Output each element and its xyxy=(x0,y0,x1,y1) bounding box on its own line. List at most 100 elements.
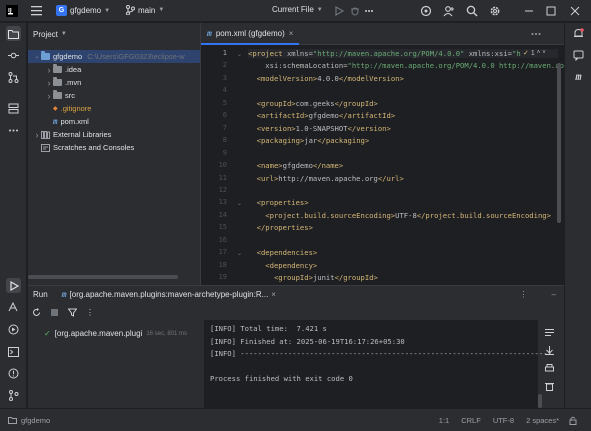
run-tool-icon[interactable] xyxy=(6,278,21,293)
chevron-right-icon[interactable]: › xyxy=(45,78,53,88)
more-tools-icon[interactable] xyxy=(6,123,21,138)
inspection-widget[interactable]: ✓ 1 ˄ ˅ xyxy=(523,49,546,58)
maven-tool-icon[interactable] xyxy=(6,300,21,315)
code-token: <groupId> xyxy=(248,273,313,283)
code-line: xsi:schemaLocation="http://maven.apache.… xyxy=(248,61,568,70)
code-line: </properties> xyxy=(248,223,313,232)
project-tool-icon[interactable] xyxy=(6,26,21,41)
line-number: 6 xyxy=(222,111,227,120)
code-line: <properties> xyxy=(248,198,309,207)
minimize-panel-icon[interactable]: – xyxy=(552,290,556,299)
services-tool-icon[interactable] xyxy=(6,322,21,337)
close-icon[interactable] xyxy=(570,6,580,16)
editor-options-icon[interactable] xyxy=(531,30,541,38)
settings-gear-icon[interactable] xyxy=(489,5,501,17)
horizontal-scrollbar[interactable] xyxy=(28,275,178,279)
code-token: </artifactId> xyxy=(338,111,396,121)
line-number: 13 xyxy=(218,198,227,207)
editor-vertical-scrollbar[interactable] xyxy=(557,63,561,223)
run-config-selector[interactable]: Current File ▼ xyxy=(272,5,323,14)
maven-panel-icon[interactable]: m xyxy=(571,70,586,85)
tree-item[interactable]: › .idea xyxy=(28,63,81,76)
structure-tool-icon[interactable] xyxy=(6,101,21,116)
code-token: </packaging> xyxy=(317,136,370,146)
chevron-down-icon[interactable]: ▼ xyxy=(61,31,67,37)
search-icon[interactable] xyxy=(466,5,478,17)
minimize-icon[interactable] xyxy=(524,6,534,16)
chevron-right-icon[interactable]: › xyxy=(45,65,53,75)
main-menu-icon[interactable] xyxy=(31,5,42,16)
version-control-tool-icon[interactable] xyxy=(6,388,21,403)
status-position[interactable]: 1:1 xyxy=(439,416,449,425)
tree-item[interactable]: › .mvn xyxy=(28,76,81,89)
rerun-icon[interactable] xyxy=(32,308,41,317)
run-tab[interactable]: m [org.apache.maven.plugins:maven-archet… xyxy=(62,290,276,299)
fold-icon[interactable]: ⌄ xyxy=(237,250,242,257)
code-token: <properties> xyxy=(248,198,309,208)
add-user-icon[interactable] xyxy=(443,5,455,17)
code-line: <artifactId>gfgdemo</artifactId> xyxy=(248,111,396,121)
commit-tool-icon[interactable] xyxy=(6,48,21,63)
scroll-to-end-icon[interactable] xyxy=(545,346,554,355)
fold-icon[interactable]: ⌄ xyxy=(237,51,242,58)
tree-item[interactable]: › External Libraries xyxy=(28,128,112,141)
close-tab-icon[interactable]: × xyxy=(289,29,294,38)
terminal-tool-icon[interactable] xyxy=(6,344,21,359)
problems-tool-icon[interactable] xyxy=(6,366,21,381)
tree-item[interactable]: › src xyxy=(28,89,75,102)
code-line: <modelVersion>4.0.0</modelVersion> xyxy=(248,74,404,83)
console-output[interactable]: [INFO] Total time: 7.421 s [INFO] Finishe… xyxy=(204,320,552,409)
chevron-down-icon: ▼ xyxy=(104,7,111,14)
pull-requests-icon[interactable] xyxy=(6,70,21,85)
ai-assistant-icon[interactable] xyxy=(420,5,432,17)
branch-switcher[interactable]: main ▼ xyxy=(126,5,164,15)
status-project-name[interactable]: gfgdemo xyxy=(21,416,50,425)
notifications-icon[interactable] xyxy=(571,26,586,41)
title-bar: IJ G gfgdemo ▼ main ▼ Current File ▼ xyxy=(0,0,591,22)
app-logo-icon[interactable]: IJ xyxy=(6,5,18,17)
more-actions-icon[interactable] xyxy=(364,6,374,16)
ai-chat-icon[interactable] xyxy=(571,48,586,63)
close-tab-icon[interactable]: × xyxy=(271,290,276,299)
folder-icon xyxy=(53,90,62,99)
stop-icon[interactable] xyxy=(50,308,59,317)
clear-all-icon[interactable] xyxy=(545,382,554,391)
code-token: "http://maven.apache.org/POM/4.0.0" xyxy=(312,49,465,58)
inspection-count: 1 xyxy=(530,49,535,57)
run-icon[interactable] xyxy=(334,6,344,16)
status-encoding[interactable]: UTF-8 xyxy=(493,416,514,425)
status-indent[interactable]: 2 spaces* xyxy=(526,416,559,425)
fold-icon[interactable]: ⌄ xyxy=(237,200,242,207)
chevron-down-icon[interactable]: ⌄ xyxy=(33,53,41,60)
chevron-right-icon[interactable]: › xyxy=(33,130,41,140)
print-icon[interactable] xyxy=(545,364,554,373)
console-scrollbar[interactable] xyxy=(538,394,542,408)
more-actions-icon[interactable]: ⋮ xyxy=(520,290,528,299)
lock-icon[interactable] xyxy=(569,416,577,425)
project-tool-window: Project ▼ ⌄ gfgdemo C:\Users\GFG0323\eclip… xyxy=(28,23,200,285)
project-switcher[interactable]: G gfgdemo ▼ xyxy=(56,5,110,16)
scratches-icon xyxy=(41,143,50,152)
project-pane-title[interactable]: Project xyxy=(33,30,58,39)
filter-icon[interactable] xyxy=(68,308,77,317)
tree-item[interactable]: m pom.xml xyxy=(28,115,89,128)
run-tree-item[interactable]: ✓ [org.apache.maven.plugi 16 sec, 801 ms xyxy=(44,329,187,338)
tree-item[interactable]: ⌄ gfgdemo C:\Users\GFG0323\eclipse-w xyxy=(28,50,200,63)
tree-item[interactable]: ◆ .gitignore xyxy=(28,102,91,115)
more-actions-icon[interactable]: ⋮ xyxy=(86,308,94,317)
tree-item-label: .gitignore xyxy=(60,104,92,113)
status-line-separator[interactable]: CRLF xyxy=(461,416,481,425)
run-config-label: Current File xyxy=(272,5,314,14)
debug-icon[interactable] xyxy=(350,6,360,16)
soft-wrap-icon[interactable] xyxy=(545,328,554,337)
code-token: xmlns= xyxy=(286,49,313,58)
code-token: com.geeks xyxy=(295,98,335,108)
tree-item[interactable]: Scratches and Consoles xyxy=(28,141,134,154)
chevron-right-icon[interactable]: › xyxy=(45,91,53,101)
tree-item-label: Scratches and Consoles xyxy=(53,143,135,152)
tab-pom-xml[interactable]: m pom.xml (gfgdemo) × xyxy=(201,23,300,45)
code-token: </version> xyxy=(347,123,391,133)
maximize-icon[interactable] xyxy=(546,6,556,16)
code-token: "http://maven.apache.org/POM/4.0.0 http:… xyxy=(347,61,569,71)
code-token: UTF-8 xyxy=(395,210,417,220)
